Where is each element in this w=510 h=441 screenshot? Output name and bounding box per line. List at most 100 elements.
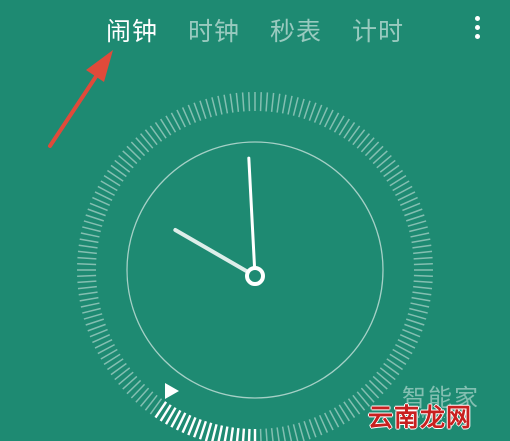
clock-tick (82, 307, 101, 314)
clock-tick (265, 428, 268, 441)
clock-tick (404, 208, 423, 217)
clock-tick (412, 244, 432, 249)
clock-tick (126, 379, 142, 395)
clock-tick (413, 256, 433, 260)
clock-tick (298, 98, 305, 118)
clock-tick (247, 428, 251, 441)
clock-tick (313, 417, 323, 436)
clock-tick (87, 323, 106, 332)
clock-tick (79, 296, 99, 302)
clock-tick (318, 107, 329, 126)
clock-tick (308, 102, 317, 121)
clock-tick (405, 214, 425, 222)
clock-tick (411, 238, 431, 244)
clock-tick (229, 427, 235, 441)
clock-tick (265, 92, 269, 112)
clock-tick (92, 196, 111, 207)
clock-tick (368, 145, 384, 161)
clock-tick (77, 285, 97, 290)
clock-tick (92, 333, 111, 344)
clock-tick (298, 422, 305, 441)
clock-tick (83, 220, 103, 227)
clock-tick (211, 423, 218, 441)
clock-tick (413, 285, 433, 290)
clock-tick (80, 232, 100, 238)
clock-tick (404, 323, 423, 332)
clock-tick (405, 318, 425, 326)
clock-tick (223, 426, 229, 441)
clock-tick (318, 414, 329, 433)
clock-tick (270, 92, 275, 112)
clock-tick (85, 318, 105, 326)
clock-tick (211, 97, 218, 116)
clock-tick (364, 141, 380, 157)
clock-app: 闹钟 时钟 秒表 计时 智能家 www.znj.com 云南龙网 (0, 0, 510, 441)
clock-tick (399, 196, 418, 207)
clock-tick (276, 93, 281, 113)
clock-tick (235, 428, 240, 441)
clock-tick (292, 97, 299, 116)
clock-tick (205, 98, 212, 118)
clock-tick (83, 313, 103, 320)
clock-tick (126, 145, 142, 161)
clock-tick (217, 95, 223, 115)
clock-tick (413, 250, 433, 255)
clock-tick (399, 333, 418, 344)
clock-tick (130, 383, 146, 399)
clock-tick (77, 250, 97, 255)
clock-tick (241, 428, 246, 441)
clock-tick (78, 291, 98, 296)
clock-tick (229, 93, 234, 113)
clock-tick (308, 419, 317, 438)
minute-hand (247, 156, 257, 278)
clock-tick (303, 100, 311, 120)
clock-tick (85, 214, 105, 222)
clock-tick (281, 426, 286, 441)
clock-tick (77, 280, 97, 284)
clock-tick (281, 94, 287, 114)
clock-tick (413, 274, 433, 277)
clock-tick (77, 263, 97, 266)
clock-tick (241, 92, 245, 112)
clock-tick (412, 291, 432, 296)
clock-tick (89, 202, 108, 212)
clock-tick (368, 379, 384, 395)
clock-tick (87, 208, 106, 217)
clock-tick (235, 92, 240, 112)
clock-tick (287, 95, 293, 115)
clock-tick (80, 302, 100, 308)
clock-tick (130, 141, 146, 157)
clock-tick (409, 307, 428, 314)
clock-tick (198, 420, 208, 440)
play-triangle-icon[interactable] (165, 383, 179, 399)
clock-tick (259, 92, 262, 112)
clock-tick (187, 104, 197, 123)
clock-center-pivot (245, 266, 265, 286)
clock-tick (292, 424, 299, 441)
clock-tick (77, 256, 97, 260)
clock-tick (77, 274, 97, 277)
clock-tick (411, 296, 431, 302)
clock-tick (402, 328, 421, 338)
clock-tick (407, 220, 427, 227)
clock-tick (270, 428, 274, 441)
clock-tick (79, 238, 99, 244)
clock-tick (402, 202, 421, 212)
clock-tick (364, 383, 380, 399)
clock-tick (78, 244, 98, 249)
clock-tick (259, 428, 262, 441)
clock-tick (410, 302, 430, 308)
clock-tick (204, 422, 213, 441)
clock-tick (89, 328, 108, 338)
clock-tick (413, 280, 433, 284)
clock-tick (276, 427, 280, 441)
clock-tick (82, 226, 101, 233)
clock-tick (192, 418, 202, 438)
clock-tick (193, 102, 202, 121)
clock-tick (217, 425, 224, 441)
clock-tick (407, 313, 427, 320)
clock-tick (223, 94, 229, 114)
hour-hand (173, 228, 257, 278)
clock-tick (287, 425, 293, 441)
clock-tick (313, 104, 323, 123)
